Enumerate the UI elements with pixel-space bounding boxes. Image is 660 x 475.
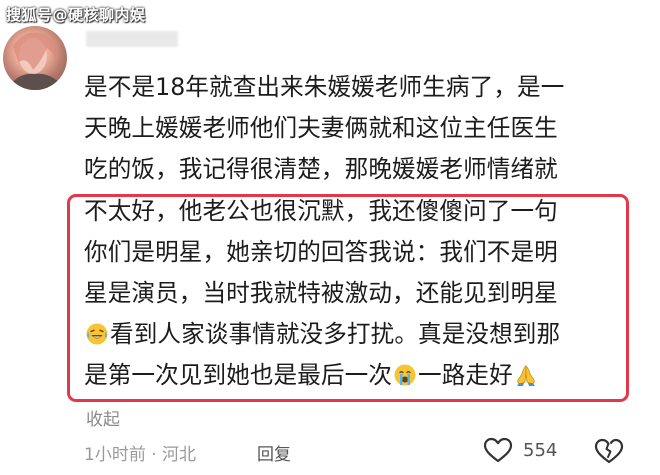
comment-line: 吃的饭，我记得很清楚，那晚媛媛老师情绪就 — [84, 155, 558, 184]
comment-line: 星是演员，当时我就特被激动，还能见到明星 — [84, 278, 558, 307]
praying-hands-emoji — [516, 365, 535, 387]
avatar-image — [7, 32, 65, 90]
comment-line-with-emoji: 是第一次见到她也是最后一次 一路走好 — [84, 355, 650, 396]
watermark: 搜狐号@硬核聊内娱 — [6, 6, 146, 24]
timestamp-location: 1小时前 · 河北 — [84, 445, 197, 465]
avatar[interactable] — [3, 26, 67, 90]
like-count: 554 — [523, 440, 558, 461]
comment-line-with-emoji: 看到人家谈事情就没多打扰。真是没想到那 — [84, 314, 650, 355]
comment-line-text: 是第一次见到她也是最后一次 — [84, 361, 393, 390]
comment-body: 是不是18年就查出来朱媛媛老师生病了，是一 天晚上媛媛老师他们夫妻俩就和这位主任… — [84, 67, 650, 397]
collapse-link[interactable]: 收起 — [86, 405, 120, 430]
comment-line-text: 看到人家谈事情就没多打扰。真是没想到那 — [110, 320, 561, 349]
comment-line: 是不是18年就查出来朱媛媛老师生病了，是一 — [84, 73, 565, 101]
reply-button[interactable]: 回复 — [257, 440, 291, 465]
comment-line: 你们是明星，她亲切的回答我说：我们不是明 — [84, 237, 558, 266]
comment-line-text: 一路走好 — [418, 361, 513, 390]
laughing-tears-emoji — [86, 323, 108, 345]
username-blurred[interactable] — [86, 31, 178, 47]
heart-icon[interactable] — [483, 437, 513, 463]
comment-line: 天晚上媛媛老师他们夫妻俩就和这位主任医生 — [84, 114, 558, 143]
crying-emoji — [394, 364, 416, 386]
comment-line: 不太好，他老公也很沉默，我还傻傻问了一句 — [84, 196, 558, 225]
broken-heart-icon[interactable] — [594, 437, 624, 465]
